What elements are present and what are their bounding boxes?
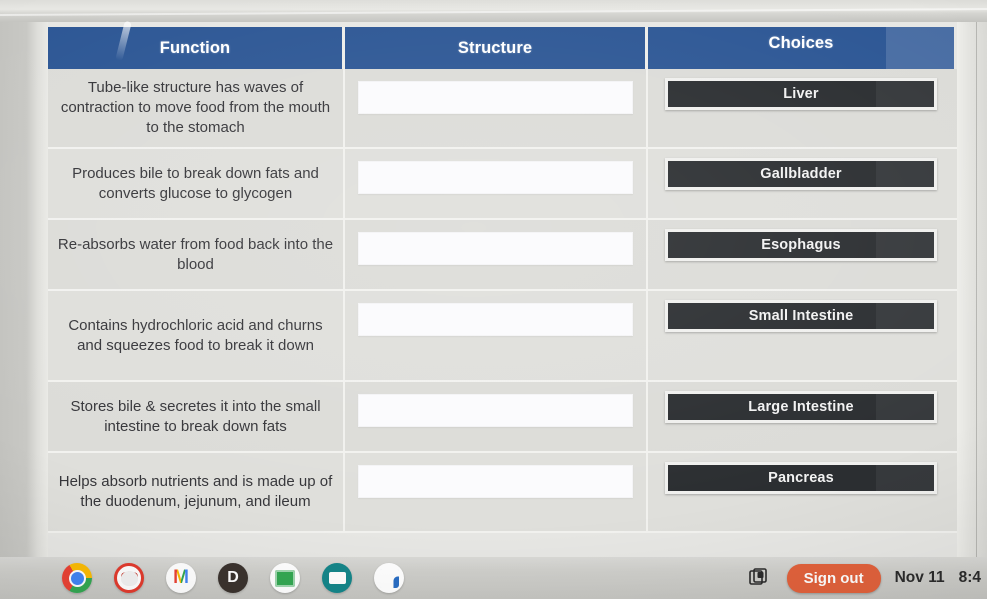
- function-cell: Stores bile & secretes it into the small…: [48, 382, 345, 451]
- column-header-structure: Structure: [345, 27, 648, 69]
- shelf-status-tray: Sign out Nov 11 8:4: [747, 563, 987, 593]
- table-row: Contains hydrochloric acid and churns an…: [48, 291, 957, 382]
- structure-dropzone[interactable]: [358, 81, 633, 114]
- teal-app-icon[interactable]: [322, 563, 352, 593]
- screen-capture-icon[interactable]: [747, 566, 773, 590]
- column-header-function-label: Function: [159, 38, 231, 57]
- function-text: Stores bile & secretes it into the small…: [70, 397, 321, 435]
- table-row: Re-absorbs water from food back into the…: [48, 220, 957, 291]
- scrollbar-track[interactable]: [976, 22, 977, 557]
- chrome-icon[interactable]: [62, 563, 92, 593]
- function-text: Contains hydrochloric acid and churns an…: [68, 316, 323, 354]
- table-header-row: Function Structure Choices: [48, 20, 957, 69]
- table-row: Helps absorb nutrients and is made up of…: [48, 453, 957, 533]
- table-row: Stores bile & secretes it into the small…: [48, 382, 957, 453]
- structure-dropzone[interactable]: [358, 303, 633, 336]
- function-text: Helps absorb nutrients and is made up of…: [58, 473, 333, 510]
- structure-dropzone[interactable]: [358, 465, 633, 498]
- structure-dropzone[interactable]: [358, 394, 633, 427]
- function-cell: Produces bile to break down fats and con…: [48, 149, 345, 218]
- function-cell: Re-absorbs water from food back into the…: [48, 220, 345, 289]
- choices-cell: Gallbladder: [648, 149, 954, 218]
- function-cell: Contains hydrochloric acid and churns an…: [48, 291, 345, 380]
- google-classroom-icon[interactable]: [270, 563, 300, 593]
- chromeos-shelf: M D Sign out Nov 11 8:4: [0, 557, 987, 599]
- table-body: Tube-like structure has waves of contrac…: [48, 69, 957, 533]
- choice-chip[interactable]: Pancreas: [665, 462, 937, 494]
- structure-cell: [345, 382, 648, 451]
- choices-cell: Large Intestine: [648, 382, 954, 451]
- structure-cell: [345, 220, 648, 289]
- table-row: Produces bile to break down fats and con…: [48, 149, 957, 220]
- function-text: Re-absorbs water from food back into the…: [57, 235, 334, 273]
- screen-photo: Function Structure Choices Tube-like str…: [0, 0, 987, 599]
- screen-glare-streak: [115, 20, 132, 62]
- column-header-structure-label: Structure: [457, 38, 533, 57]
- choice-chip[interactable]: Gallbladder: [665, 158, 937, 190]
- structure-dropzone[interactable]: [358, 232, 633, 265]
- table-row: Tube-like structure has waves of contrac…: [48, 69, 957, 149]
- function-text: Produces bile to break down fats and con…: [72, 164, 319, 202]
- monitor-bezel-top: [0, 0, 987, 22]
- choices-cell: Liver: [648, 69, 954, 147]
- clever-icon[interactable]: [374, 563, 404, 593]
- structure-dropzone[interactable]: [358, 161, 633, 194]
- column-header-function: Function: [48, 20, 345, 69]
- structure-cell: [345, 149, 648, 218]
- function-cell: Helps absorb nutrients and is made up of…: [48, 453, 345, 531]
- shelf-time[interactable]: 8:4: [959, 569, 981, 587]
- page-gutter-right: [957, 22, 987, 557]
- choices-cell: Small Intestine: [648, 291, 954, 380]
- shelf-app-icons: M D: [62, 563, 404, 593]
- choice-chip[interactable]: Large Intestine: [665, 391, 937, 423]
- function-text: Tube-like structure has waves of contrac…: [60, 79, 331, 136]
- matching-activity-table: Function Structure Choices Tube-like str…: [48, 20, 957, 533]
- screen-glare-patch: [886, 27, 954, 69]
- paint-icon[interactable]: [114, 563, 144, 593]
- structure-cell: [345, 291, 648, 380]
- d-app-icon-glyph: D: [227, 569, 239, 586]
- structure-cell: [345, 453, 648, 531]
- column-header-choices-label: Choices: [768, 33, 834, 52]
- choice-chip[interactable]: Small Intestine: [665, 300, 937, 332]
- structure-cell: [345, 69, 648, 147]
- gmail-icon-glyph: M: [173, 567, 189, 588]
- choices-cell: Esophagus: [648, 220, 954, 289]
- sign-out-button[interactable]: Sign out: [786, 563, 881, 593]
- shelf-date[interactable]: Nov 11: [895, 569, 945, 587]
- column-header-choices: Choices: [648, 27, 954, 69]
- function-cell: Tube-like structure has waves of contrac…: [48, 69, 345, 147]
- choice-chip[interactable]: Esophagus: [665, 229, 937, 261]
- gmail-icon[interactable]: M: [166, 563, 196, 593]
- choices-cell: Pancreas: [648, 453, 954, 531]
- page-gutter-left: [0, 22, 48, 557]
- d-app-icon[interactable]: D: [218, 563, 248, 593]
- web-page-content: Function Structure Choices Tube-like str…: [48, 20, 957, 557]
- choice-chip[interactable]: Liver: [665, 78, 937, 110]
